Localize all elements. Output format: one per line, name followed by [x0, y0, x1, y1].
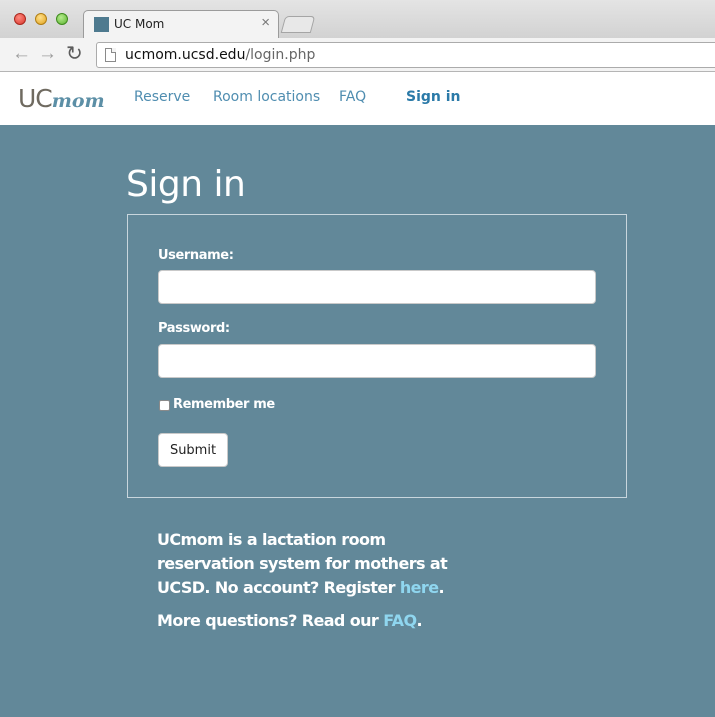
nav-sign-in-link[interactable]: Sign in	[406, 89, 461, 105]
faq-link[interactable]: FAQ	[383, 611, 417, 630]
info-text: UCmom is a lactation room reservation sy…	[157, 528, 457, 642]
page-icon	[105, 48, 116, 62]
register-link[interactable]: here	[400, 578, 439, 597]
browser-toolbar: ← → ↻ ucmom.ucsd.edu/login.php	[0, 38, 715, 72]
browser-tab[interactable]: UC Mom ×	[83, 10, 279, 39]
browser-tab-strip: UC Mom ×	[0, 0, 715, 39]
info-register-end: .	[438, 578, 444, 597]
logo-uc: UC	[18, 84, 53, 113]
password-label: Password:	[158, 321, 230, 336]
nav-room-locations-link[interactable]: Room locations	[213, 89, 320, 105]
remember-me-label[interactable]: Remember me	[173, 397, 275, 412]
tab-title: UC Mom	[114, 17, 165, 31]
username-input[interactable]	[158, 270, 596, 304]
username-label: Username:	[158, 248, 234, 263]
info-faq-text: More questions? Read our	[157, 611, 384, 630]
forward-arrow-icon[interactable]: →	[38, 44, 57, 64]
tab-close-icon[interactable]: ×	[261, 14, 270, 31]
logo-mom: mom	[51, 90, 105, 112]
zoom-window-icon[interactable]	[56, 13, 68, 25]
submit-button[interactable]: Submit	[158, 433, 228, 467]
info-paragraph-faq: More questions? Read our FAQ.	[157, 609, 457, 633]
page-title: Sign in	[126, 164, 246, 205]
nav-faq-link[interactable]: FAQ	[339, 89, 366, 105]
info-faq-end: .	[416, 611, 422, 630]
url-text[interactable]: ucmom.ucsd.edu/login.php	[125, 47, 315, 63]
back-arrow-icon[interactable]: ←	[12, 44, 31, 64]
remember-me-checkbox[interactable]	[159, 400, 170, 411]
nav-reserve-link[interactable]: Reserve	[134, 89, 190, 105]
login-form: Username: Password: Remember me Submit	[127, 214, 627, 498]
site-navbar: UCmom Reserve Room locations FAQ Sign in	[0, 72, 715, 125]
close-window-icon[interactable]	[14, 13, 26, 25]
info-paragraph-register: UCmom is a lactation room reservation sy…	[157, 528, 457, 600]
minimize-window-icon[interactable]	[35, 13, 47, 25]
ucmom-logo[interactable]: UCmom	[18, 84, 105, 113]
reload-icon[interactable]: ↻	[66, 44, 83, 64]
favicon-icon	[94, 17, 109, 32]
new-tab-button[interactable]	[280, 16, 316, 33]
password-input[interactable]	[158, 344, 596, 378]
url-path: /login.php	[245, 47, 316, 63]
url-host: ucmom.ucsd.edu	[125, 47, 246, 63]
address-bar[interactable]: ucmom.ucsd.edu/login.php	[96, 42, 715, 68]
